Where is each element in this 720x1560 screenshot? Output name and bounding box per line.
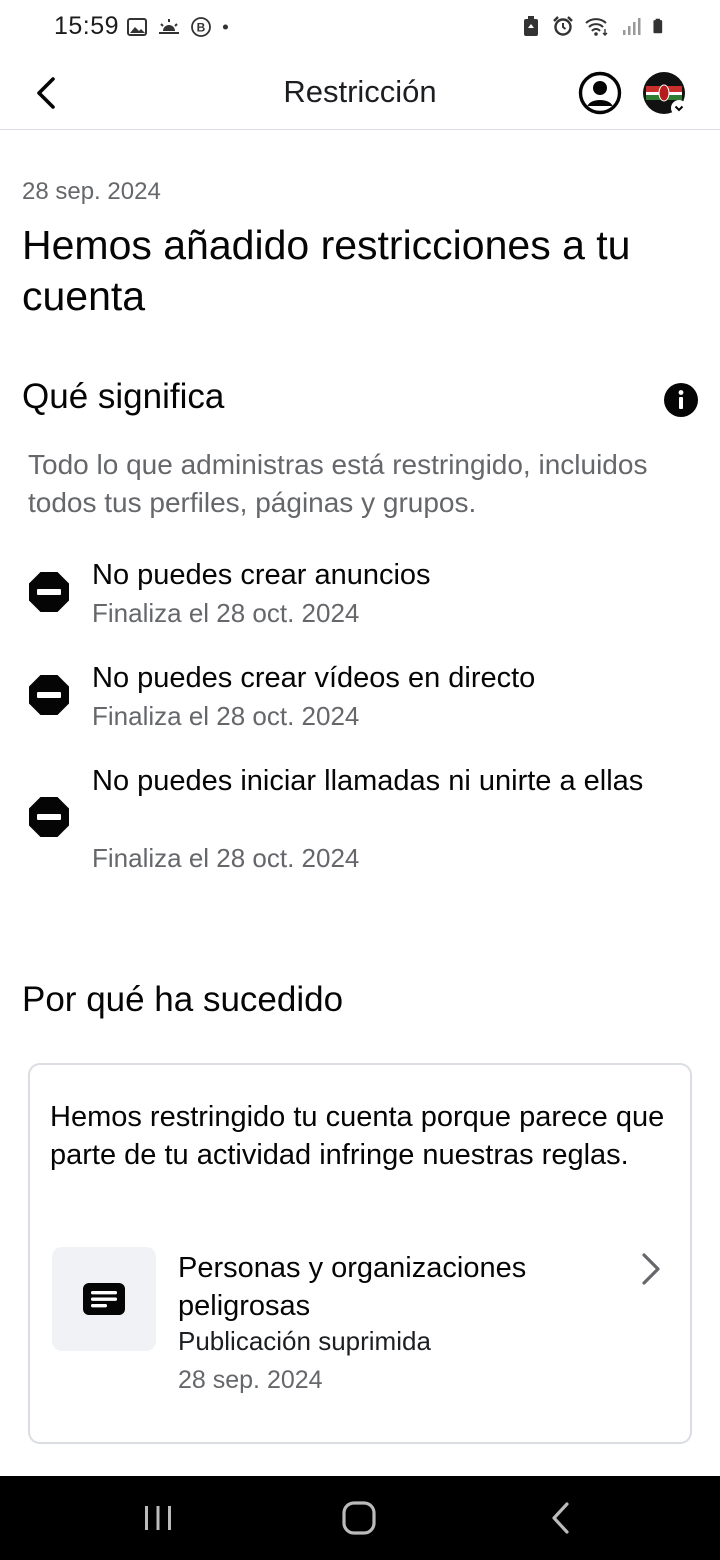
recents-button[interactable] (136, 1496, 180, 1540)
nav-back-icon (552, 1502, 569, 1534)
dot-icon (222, 24, 228, 30)
home-icon (342, 1501, 376, 1535)
chevron-right-icon (642, 1253, 660, 1285)
restriction-title: No puedes crear vídeos en directo (92, 662, 536, 694)
app-bar: Restricción (0, 56, 720, 130)
status-notification-icons: B (126, 16, 235, 38)
weather-icon (159, 19, 179, 34)
alarm-icon (553, 16, 573, 36)
violation-thumbnail (52, 1247, 156, 1351)
restriction-end-date: Finaliza el 28 oct. 2024 (92, 701, 360, 731)
violation-date: 28 sep. 2024 (178, 1366, 323, 1394)
restriction-end-date: Finaliza el 28 oct. 2024 (92, 843, 360, 873)
violation-explanation: Hemos restringido tu cuenta porque parec… (50, 1101, 665, 1171)
restriction-title: No puedes crear anuncios (92, 559, 431, 591)
nav-back-button[interactable] (539, 1496, 583, 1540)
b-icon: B (191, 17, 211, 37)
account-avatar[interactable] (642, 71, 688, 117)
restriction-title: No puedes iniciar llamadas ni unirte a e… (92, 765, 644, 797)
home-button[interactable] (337, 1496, 381, 1540)
restriction-end-date: Finaliza el 28 oct. 2024 (92, 598, 360, 628)
headline: Hemos añadido restricciones a tu cuenta (22, 222, 631, 319)
signal-icon (623, 18, 641, 35)
violation-title: Personas y organizaciones peligrosas (178, 1252, 527, 1322)
violation-subtitle: Publicación suprimida (178, 1326, 431, 1356)
no-entry-icon (29, 797, 69, 837)
status-time: 15:59 (54, 12, 120, 40)
what-it-means-title: Qué significa (22, 377, 225, 416)
status-bar: 15:59 B (0, 0, 720, 56)
battery-saver-icon (524, 16, 538, 36)
why-title: Por qué ha sucedido (22, 980, 344, 1019)
profile-icon[interactable] (578, 71, 622, 115)
svg-text:B: B (197, 21, 206, 35)
no-entry-icon (29, 675, 69, 715)
gallery-icon (127, 18, 147, 36)
notice-date: 28 sep. 2024 (22, 178, 161, 205)
battery-icon (653, 18, 663, 34)
post-icon (83, 1283, 125, 1315)
info-icon[interactable] (663, 382, 699, 418)
restriction-description: Todo lo que administras está restringido… (28, 449, 648, 518)
status-system-icons (520, 15, 668, 37)
system-nav-bar (0, 1476, 720, 1560)
no-entry-icon (29, 572, 69, 612)
violation-card: Hemos restringido tu cuenta porque parec… (28, 1063, 692, 1444)
recents-icon (145, 1506, 171, 1530)
violation-item[interactable]: Personas y organizaciones peligrosas Pub… (30, 1247, 690, 1407)
wifi-icon (585, 18, 608, 36)
